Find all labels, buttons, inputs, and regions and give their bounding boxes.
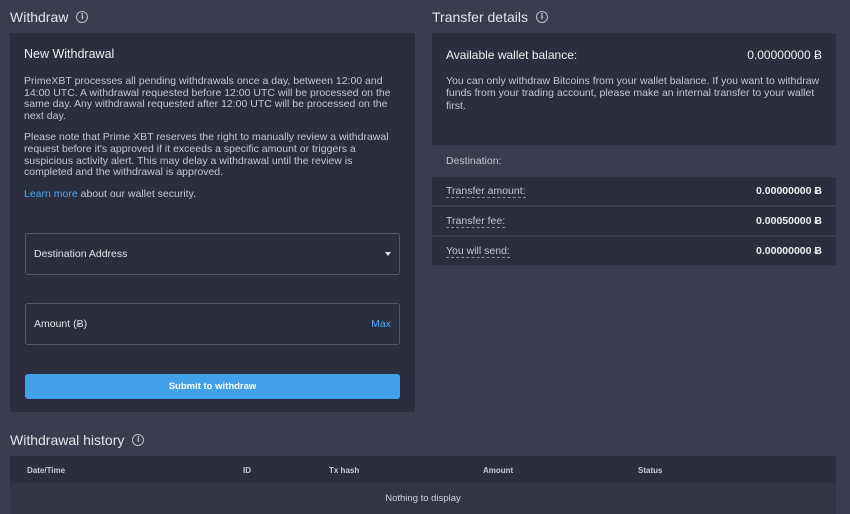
transfer-fee-label[interactable]: Transfer fee:	[446, 215, 506, 228]
destination-label: Destination:	[446, 155, 502, 167]
transfer-amount-row: Transfer amount: 0.00000000 Ƀ	[432, 177, 836, 205]
balance-label: Available wallet balance:	[446, 48, 578, 62]
destination-row: Destination:	[432, 147, 836, 175]
submit-withdraw-button[interactable]: Submit to withdraw	[25, 374, 400, 399]
learn-more-suffix: about our wallet security.	[77, 187, 196, 200]
you-will-send-label[interactable]: You will send:	[446, 245, 510, 258]
info-icon[interactable]: i	[535, 11, 548, 23]
table-header-row: Date/Time ID Tx hash Amount Status	[10, 456, 836, 483]
column-header-date[interactable]: Date/Time	[27, 466, 65, 475]
transfer-amount-label[interactable]: Transfer amount:	[446, 185, 526, 198]
transfer-fee-value: 0.00050000 Ƀ	[756, 215, 822, 227]
review-notice-text: Please note that Prime XBT reserves the …	[24, 131, 389, 179]
balance-note: You can only withdraw Bitcoins from your…	[446, 75, 820, 112]
destination-address-select[interactable]: Destination Address	[25, 233, 400, 275]
transfer-details-list: Destination: Transfer amount: 0.00000000…	[432, 147, 836, 267]
chevron-down-icon	[385, 252, 391, 256]
column-header-tx-hash[interactable]: Tx hash	[329, 466, 359, 475]
withdraw-title: Withdraw	[10, 9, 69, 25]
transfer-section-title: Transfer details i	[432, 9, 548, 25]
history-title: Withdrawal history	[10, 432, 125, 448]
withdraw-section-title: Withdraw i	[10, 9, 89, 25]
max-button[interactable]: Max	[371, 318, 391, 330]
balance-value: 0.00000000 Ƀ	[747, 48, 822, 62]
you-will-send-value: 0.00000000 Ƀ	[756, 245, 822, 257]
column-header-status[interactable]: Status	[638, 466, 662, 475]
column-header-id[interactable]: ID	[243, 466, 251, 475]
new-withdrawal-heading: New Withdrawal	[24, 47, 115, 61]
you-will-send-row: You will send: 0.00000000 Ƀ	[432, 237, 836, 265]
history-section-title: Withdrawal history i	[10, 432, 145, 448]
transfer-title: Transfer details	[432, 9, 528, 25]
withdrawal-history-table: Date/Time ID Tx hash Amount Status Nothi…	[10, 456, 836, 514]
withdraw-panel: New Withdrawal PrimeXBT processes all pe…	[10, 33, 415, 412]
transfer-amount-value: 0.00000000 Ƀ	[756, 185, 822, 197]
empty-state-row: Nothing to display	[10, 483, 836, 514]
wallet-balance-panel: Available wallet balance: 0.00000000 Ƀ Y…	[432, 33, 836, 145]
info-icon[interactable]: i	[132, 434, 145, 446]
wallet-security-text: Learn more about our wallet security.	[24, 187, 401, 201]
balance-row: Available wallet balance: 0.00000000 Ƀ	[446, 48, 822, 62]
processing-info-text: PrimeXBT processes all pending withdrawa…	[24, 75, 391, 122]
info-icon[interactable]: i	[76, 11, 89, 23]
destination-address-label: Destination Address	[34, 248, 128, 260]
amount-label: Amount (Ƀ)	[34, 318, 88, 330]
amount-input[interactable]: Amount (Ƀ) Max	[25, 303, 400, 345]
column-header-amount[interactable]: Amount	[483, 466, 513, 475]
learn-more-link[interactable]: Learn more	[24, 188, 78, 200]
empty-state-text: Nothing to display	[385, 493, 461, 504]
transfer-fee-row: Transfer fee: 0.00050000 Ƀ	[432, 207, 836, 235]
